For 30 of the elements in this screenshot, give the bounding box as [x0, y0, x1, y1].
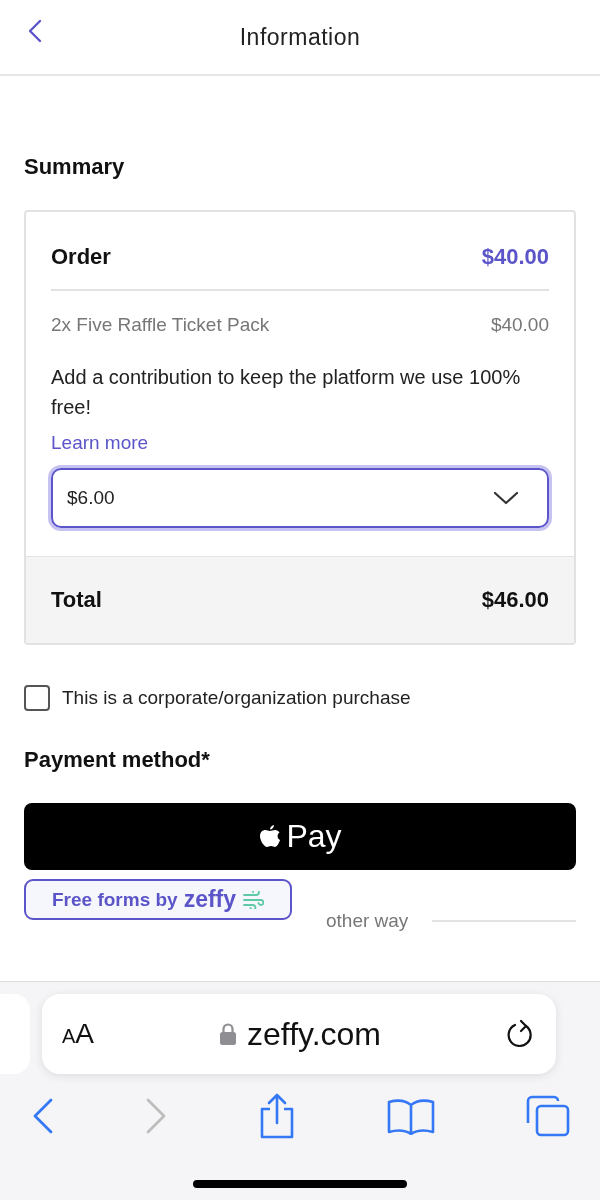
learn-more-link[interactable]: Learn more — [51, 432, 149, 454]
payment-heading: Payment method* — [24, 747, 211, 773]
wind-icon — [242, 890, 265, 909]
checkbox-label[interactable]: This is a corporate/organization purchase — [62, 687, 411, 709]
order-total: $40.00 — [481, 244, 549, 270]
contribution-select[interactable]: $6.00 — [51, 468, 549, 528]
item-price: $40.00 — [490, 314, 549, 336]
chevron-down-icon — [493, 491, 519, 505]
text-size-button[interactable]: AA — [62, 1018, 95, 1050]
item-name: 2x Five Raffle Ticket Pack — [51, 314, 270, 336]
address-bar[interactable]: AA zeffy.com — [42, 994, 556, 1074]
summary-heading: Summary — [24, 154, 126, 180]
total-amount: $46.00 — [481, 587, 549, 613]
contribution-text: Add a contribution to keep the platform we use 100% free! — [51, 365, 521, 420]
badge-text: Free forms by — [52, 888, 178, 911]
book-icon[interactable] — [387, 1097, 435, 1135]
total-label: Total — [51, 587, 102, 613]
tabs-icon[interactable] — [526, 1095, 570, 1137]
back-icon[interactable] — [32, 1098, 54, 1134]
apple-pay-button[interactable]: Pay — [24, 803, 576, 870]
brand-name: zeffy — [183, 886, 237, 913]
order-label: Order — [51, 244, 111, 270]
lock-icon — [219, 1022, 238, 1046]
url-text: zeffy.com — [247, 1015, 381, 1053]
share-icon[interactable] — [258, 1093, 296, 1139]
back-icon[interactable] — [28, 19, 42, 43]
page-title: Information — [239, 23, 361, 51]
divider-text: other way — [326, 910, 409, 932]
zeffy-badge[interactable]: Free forms by zeffy — [24, 879, 293, 920]
checkbox[interactable] — [24, 685, 50, 711]
